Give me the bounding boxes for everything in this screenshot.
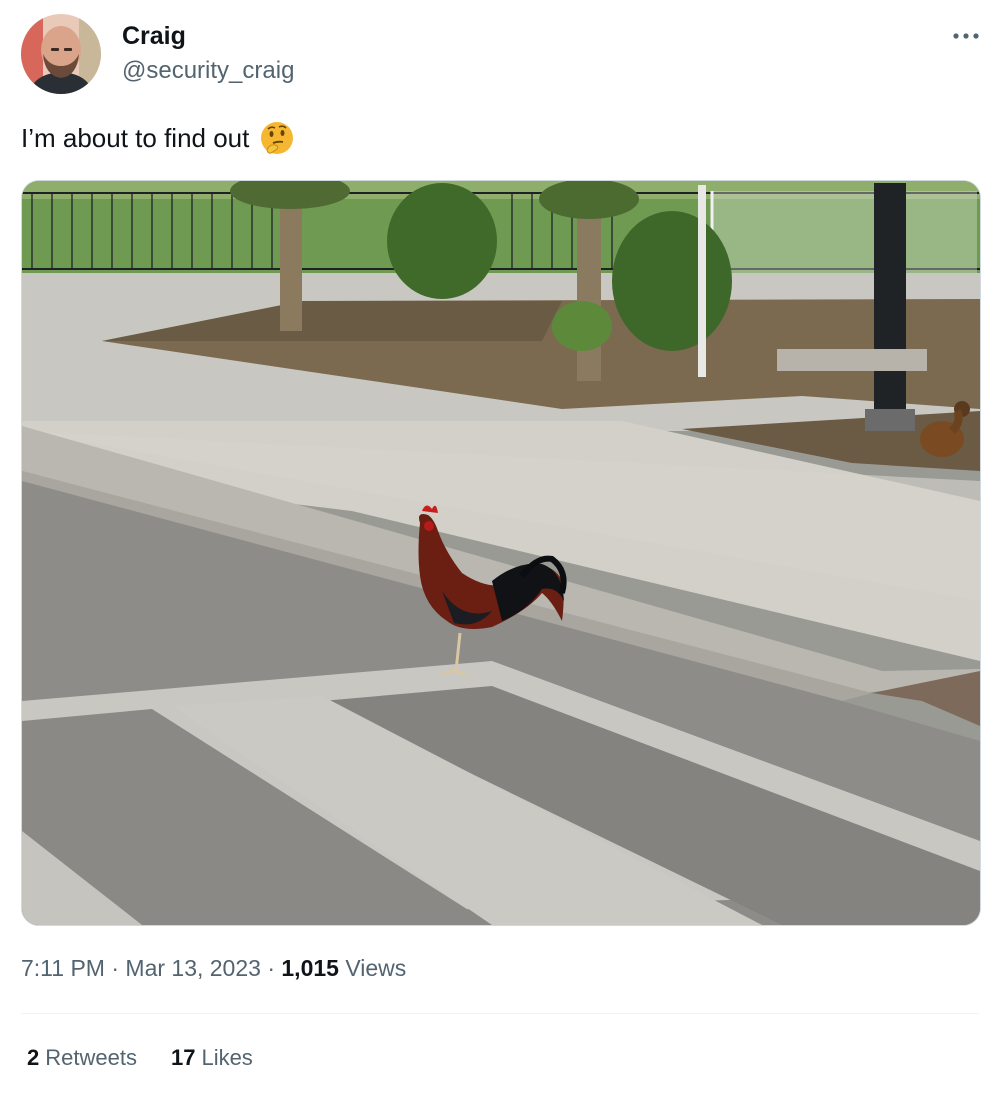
- retweets-count: 2: [27, 1045, 40, 1070]
- tweet-photo[interactable]: [21, 180, 981, 926]
- retweets-label: Retweets: [45, 1045, 137, 1070]
- tweet-text: I’m about to find out: [21, 120, 295, 156]
- author-handle[interactable]: @security_craig: [122, 57, 294, 85]
- thinking-face-icon: [261, 122, 294, 154]
- more-options-button[interactable]: [946, 22, 986, 50]
- likes-label: Likes: [201, 1045, 253, 1070]
- meta-separator: ·: [111, 955, 120, 981]
- views-count: 1,015: [281, 955, 339, 981]
- views-label: Views: [345, 955, 407, 981]
- avatar-image: [21, 14, 101, 94]
- rooster-crosswalk-photo: [22, 181, 980, 925]
- tweet-meta: 7:11 PM · Mar 13, 2023 · 1,015 Views: [21, 955, 406, 982]
- likes-count: 17: [170, 1045, 196, 1070]
- engagement-stats: 2 Retweets 17 Likes: [27, 1045, 253, 1071]
- tweet-date[interactable]: Mar 13, 2023: [125, 955, 261, 981]
- meta-separator-2: ·: [267, 955, 275, 981]
- tweet-time[interactable]: 7:11 PM: [21, 955, 105, 981]
- retweets-stat[interactable]: 2 Retweets: [27, 1045, 137, 1071]
- tweet-body: I’m about to find out: [21, 122, 250, 153]
- author-name[interactable]: Craig: [122, 22, 186, 51]
- likes-stat[interactable]: 17 Likes: [171, 1045, 253, 1071]
- divider: [21, 1013, 979, 1014]
- ellipsis-icon: [953, 33, 979, 39]
- avatar[interactable]: [21, 14, 101, 94]
